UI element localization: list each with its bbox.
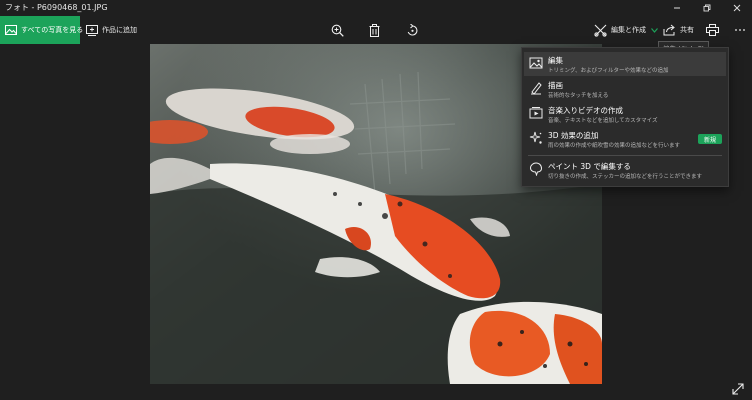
menu-item-subtitle: 芸術的なタッチを加える [548, 93, 609, 99]
print-icon [706, 24, 719, 36]
delete-button[interactable] [369, 16, 380, 44]
expand-icon [732, 383, 744, 395]
add-to-creation-icon [86, 24, 98, 36]
restore-icon [703, 4, 711, 12]
add-to-creation-label: 作品に追加 [102, 26, 137, 34]
menu-item-title: 音楽入りビデオの作成 [548, 106, 623, 115]
menu-divider [528, 155, 722, 156]
share-label: 共有 [680, 26, 694, 34]
minimize-button[interactable] [662, 0, 692, 16]
see-all-photos-label: すべての写真を見る [21, 26, 84, 34]
edit-create-menu: 編集 トリミング、およびフィルターや効果などの追加 描画 芸術的なタッチを加える… [521, 47, 729, 187]
title-bar: フォト - P6090468_01.JPG [0, 0, 752, 16]
trash-icon [369, 23, 380, 37]
zoom-in-icon [331, 24, 344, 37]
zoom-button[interactable] [331, 16, 344, 44]
print-button[interactable] [706, 16, 719, 44]
menu-item-title: 3D 効果の追加 [548, 131, 599, 140]
menu-item-paint3d[interactable]: ペイント 3D で編集する 切り抜きの作成、ステッカーの追加などを行うことができ… [524, 158, 726, 182]
photos-icon [5, 25, 17, 35]
more-icon [734, 28, 746, 32]
menu-item-subtitle: トリミング、およびフィルターや効果などの追加 [548, 68, 669, 74]
chevron-down-icon [651, 27, 658, 33]
menu-item-subtitle: 切り抜きの作成、ステッカーの追加などを行うことができます [548, 174, 703, 180]
sparkle-icon [529, 131, 543, 145]
share-icon [663, 24, 676, 36]
maximize-button[interactable] [692, 0, 722, 16]
menu-item-edit[interactable]: 編集 トリミング、およびフィルターや効果などの追加 [524, 52, 726, 76]
close-button[interactable] [722, 0, 752, 16]
window-title: フォト - P6090468_01.JPG [5, 3, 108, 12]
edit-create-label: 編集と作成 [611, 26, 646, 34]
new-badge: 新規 [698, 134, 722, 144]
close-icon [733, 4, 741, 12]
edit-create-button[interactable]: 編集と作成 [594, 16, 658, 44]
paint3d-icon [529, 162, 543, 176]
add-to-creation-button[interactable]: 作品に追加 [86, 16, 137, 44]
rotate-button[interactable] [406, 16, 419, 44]
more-button[interactable] [734, 16, 746, 44]
menu-item-music-video[interactable]: 音楽入りビデオの作成 音楽、テキストなどを追加してカスタマイズ [524, 102, 726, 126]
video-icon [529, 106, 543, 120]
edit-create-icon [594, 24, 607, 37]
pen-icon [529, 81, 543, 95]
share-button[interactable]: 共有 [663, 16, 694, 44]
rotate-icon [406, 23, 419, 37]
toolbar: すべての写真を見る 作品に追加 編集と作成 共有 [0, 16, 752, 44]
menu-item-subtitle: 雨の効果の作成や紙吹雪の効果の追加などを行います [548, 143, 681, 149]
see-all-photos-button[interactable]: すべての写真を見る [0, 16, 84, 44]
menu-item-title: 編集 [548, 56, 563, 65]
minimize-icon [674, 7, 680, 9]
menu-item-title: ペイント 3D で編集する [548, 162, 631, 171]
fullscreen-button[interactable] [732, 380, 744, 399]
menu-item-3d-effects[interactable]: 3D 効果の追加 雨の効果の作成や紙吹雪の効果の追加などを行います 新規 [524, 127, 726, 151]
menu-item-title: 描画 [548, 81, 563, 90]
edit-photo-icon [529, 56, 543, 70]
menu-item-subtitle: 音楽、テキストなどを追加してカスタマイズ [548, 118, 658, 124]
menu-item-draw[interactable]: 描画 芸術的なタッチを加える [524, 77, 726, 101]
